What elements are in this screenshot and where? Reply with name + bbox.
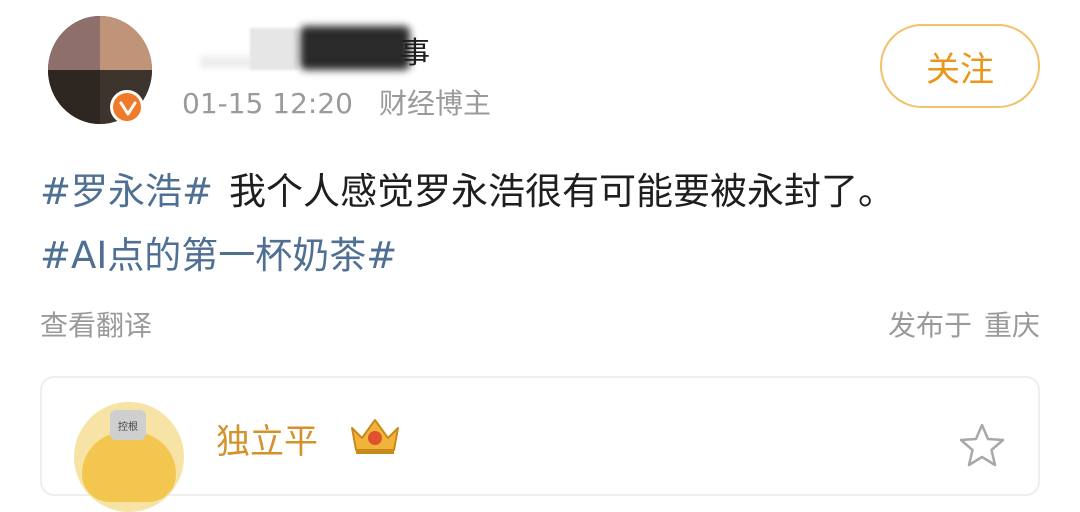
avatar-label: 控根 (118, 422, 138, 433)
author-name[interactable]: 事 (200, 24, 430, 76)
star-icon[interactable] (956, 420, 1008, 472)
post-source: 财经博主 (378, 87, 491, 120)
comment-avatar[interactable]: 控根 (74, 402, 184, 512)
post-content: #罗永浩# 我个人感觉罗永浩很有可能要被永封了。 #AI点的第一杯奶茶# (40, 160, 1050, 288)
comment-username[interactable]: 独立平 (216, 414, 318, 463)
post-meta: 01-15 12:20 财经博主 (182, 82, 491, 122)
post-location: 发布于 重庆 (888, 304, 1040, 344)
avatar-face (82, 432, 176, 502)
avatar-pixel-block (100, 16, 152, 70)
location-place: 重庆 (983, 309, 1040, 342)
location-prefix: 发布于 (887, 309, 972, 342)
translate-link[interactable]: 查看翻译 (40, 304, 152, 344)
follow-button[interactable]: 关注 (880, 24, 1040, 108)
post-line-1: #罗永浩# 我个人感觉罗永浩很有可能要被永封了。 (40, 160, 1050, 224)
post-line-2: #AI点的第一杯奶茶# (40, 224, 1050, 288)
author-name-visible: 事 (400, 36, 430, 71)
avatar-pixel-block (48, 16, 100, 70)
hashtag-link[interactable]: #AI点的第一杯奶茶# (40, 234, 397, 277)
post-text: 我个人感觉罗永浩很有可能要被永封了。 (229, 170, 896, 213)
comment-card (40, 376, 1040, 496)
avatar-pixel-block (48, 70, 100, 124)
post-timestamp: 01-15 12:20 (182, 87, 353, 120)
crown-icon (351, 419, 399, 454)
checkmark-icon (119, 101, 137, 116)
redaction-blur (250, 28, 298, 70)
verified-icon (110, 90, 144, 124)
hashtag-link[interactable]: #罗永浩# (40, 170, 213, 213)
redaction-blur (300, 26, 410, 70)
